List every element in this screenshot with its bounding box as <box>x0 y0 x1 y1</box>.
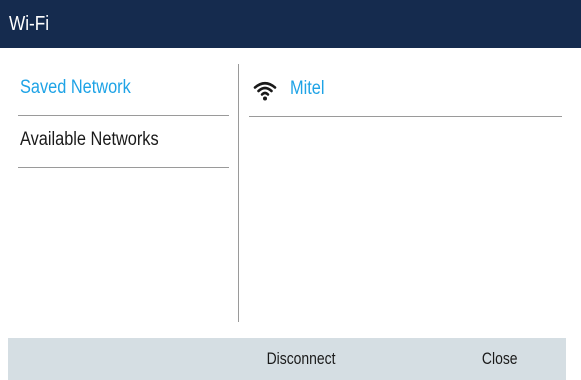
page-title: Wi-Fi <box>9 12 50 35</box>
disconnect-button-label: Disconnect <box>266 349 336 368</box>
network-item-mitel[interactable]: Mitel <box>249 64 562 117</box>
network-name: Mitel <box>290 78 325 99</box>
menu-list: Saved Network Available Networks <box>18 64 229 168</box>
menu-item-saved-network[interactable]: Saved Network <box>18 64 229 116</box>
wifi-icon <box>253 81 277 101</box>
disconnect-button[interactable]: Disconnect <box>246 338 356 380</box>
pane-divider <box>238 64 239 322</box>
title-bar: Wi-Fi <box>0 0 581 48</box>
menu-item-available-networks[interactable]: Available Networks <box>18 116 229 168</box>
close-button[interactable]: Close <box>460 338 540 380</box>
menu-item-label: Available Networks <box>20 129 159 150</box>
close-button-label: Close <box>482 349 518 368</box>
softkey-bar: Disconnect Close <box>8 338 566 380</box>
network-list: Mitel <box>249 64 562 117</box>
menu-item-label: Saved Network <box>20 77 131 98</box>
